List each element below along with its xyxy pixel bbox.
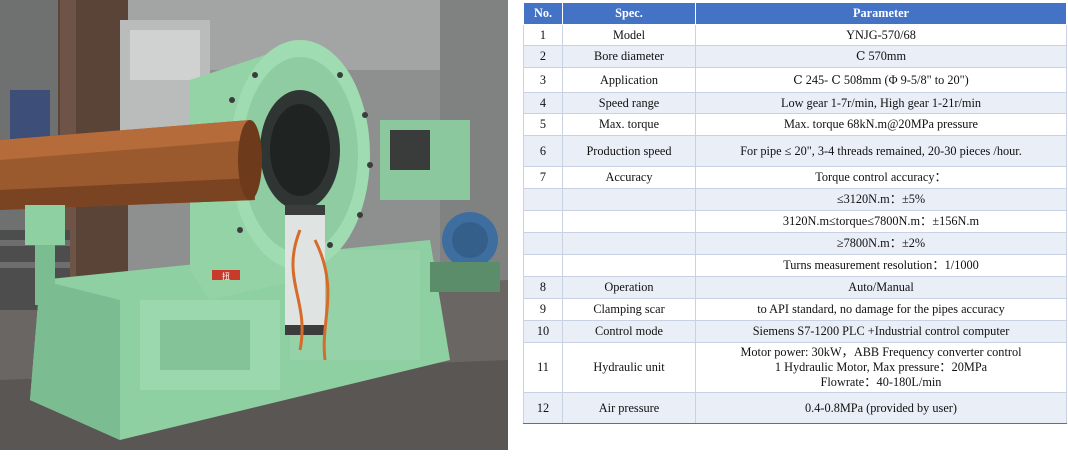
cell-no <box>523 232 563 255</box>
machine-illustration: 扭 <box>0 0 508 450</box>
header-no: No. <box>523 2 563 25</box>
spec-table: No. Spec. Parameter 1 Model YNJG-570/68 2 Bo… <box>523 2 1067 424</box>
cell-spec: Production speed <box>562 135 696 167</box>
parameter-line: Max. torque 68kN.m@20MPa pressure <box>783 117 979 131</box>
table-row: 4 Speed range Low gear 1-7r/min, High gear… <box>523 92 1067 114</box>
cell-spec: Model <box>562 24 696 46</box>
cell-no: 3 <box>523 67 563 93</box>
cell-no: 2 <box>523 45 563 68</box>
cell-spec: Max. torque <box>562 113 696 136</box>
parameter-line: Torque control accuracy： <box>815 170 947 184</box>
table-row: 3 Application Ⅽ 245- Ⅽ 508mm (Φ 9-5/8" to … <box>523 67 1067 93</box>
cell-spec <box>562 254 696 277</box>
cell-no: 4 <box>523 92 563 114</box>
table-row: 3120N.m≤torque≤7800N.m：±156N.m <box>523 210 1067 233</box>
table-row: 11 Hydraulic unit Motor power: 30kW，ABB Fr… <box>523 342 1067 393</box>
table-header-row: No. Spec. Parameter <box>523 2 1067 25</box>
parameter-line: Ⅽ 245- Ⅽ 508mm (Φ 9-5/8" to 20") <box>793 72 969 87</box>
cell-spec: Control mode <box>562 320 696 343</box>
cell-spec: Bore diameter <box>562 45 696 68</box>
cell-parameter: ≥7800N.m：±2% <box>695 232 1067 255</box>
cell-parameter: 3120N.m≤torque≤7800N.m：±156N.m <box>695 210 1067 233</box>
header-parameter: Parameter <box>695 2 1067 25</box>
cell-spec: Accuracy <box>562 166 696 189</box>
parameter-line: Ⅽ 570mm <box>855 49 907 63</box>
table-row: 9 Clamping scar to API standard, no damage… <box>523 298 1067 321</box>
cell-no: 10 <box>523 320 563 343</box>
cell-parameter: to API standard, no damage for the pipes… <box>695 298 1067 321</box>
parameter-line: Auto/Manual <box>848 280 914 294</box>
cell-parameter: Motor power: 30kW，ABB Frequency converte… <box>695 342 1067 393</box>
table-row: Turns measurement resolution：1/1000 <box>523 254 1067 277</box>
table-row: 7 Accuracy Torque control accuracy： <box>523 166 1067 189</box>
cell-parameter: Ⅽ 245- Ⅽ 508mm (Φ 9-5/8" to 20") <box>695 67 1067 93</box>
parameter-line: Siemens S7-1200 PLC +Industrial control … <box>752 324 1010 338</box>
parameter-line: ≤3120N.m：±5% <box>836 192 926 206</box>
cell-no: 1 <box>523 24 563 46</box>
cell-spec: Hydraulic unit <box>562 342 696 393</box>
parameter-line: 1 Hydraulic Motor, Max pressure：20MPa <box>774 360 988 374</box>
cell-parameter: Max. torque 68kN.m@20MPa pressure <box>695 113 1067 136</box>
machine-photo: 扭 <box>0 0 508 450</box>
cell-spec <box>562 188 696 211</box>
parameter-line: to API standard, no damage for the pipes… <box>757 302 1005 316</box>
parameter-line: 0.4-0.8MPa (provided by user) <box>805 400 957 415</box>
parameter-line: Flowrate：40-180L/min <box>820 375 942 389</box>
cell-parameter: Ⅽ 570mm <box>695 45 1067 68</box>
cell-spec: Clamping scar <box>562 298 696 321</box>
parameter-line: Motor power: 30kW，ABB Frequency converte… <box>740 345 1022 359</box>
cell-spec: Operation <box>562 276 696 299</box>
parameter-line: Low gear 1-7r/min, High gear 1-21r/min <box>780 95 982 110</box>
cell-parameter: Turns measurement resolution：1/1000 <box>695 254 1067 277</box>
parameter-line: YNJG-570/68 <box>846 27 916 42</box>
machine-sign-text: 扭 <box>222 271 230 281</box>
table-row: 1 Model YNJG-570/68 <box>523 24 1067 46</box>
table-row: 10 Control mode Siemens S7-1200 PLC +Indus… <box>523 320 1067 343</box>
table-row: 6 Production speed For pipe ≤ 20", 3-4 thr… <box>523 135 1067 167</box>
table-row: ≤3120N.m：±5% <box>523 188 1067 211</box>
cell-spec: Air pressure <box>562 392 696 424</box>
cell-parameter: For pipe ≤ 20", 3-4 threads remained, 20… <box>695 135 1067 167</box>
parameter-line: For pipe ≤ 20", 3-4 threads remained, 20… <box>740 143 1022 158</box>
table-row: ≥7800N.m：±2% <box>523 232 1067 255</box>
cell-no: 9 <box>523 298 563 321</box>
parameter-line: Turns measurement resolution：1/1000 <box>783 258 979 272</box>
cell-parameter: Siemens S7-1200 PLC +Industrial control … <box>695 320 1067 343</box>
cell-no: 5 <box>523 113 563 136</box>
table-row: 5 Max. torque Max. torque 68kN.m@20MPa pre… <box>523 113 1067 136</box>
cell-spec <box>562 210 696 233</box>
cell-spec <box>562 232 696 255</box>
cell-parameter: ≤3120N.m：±5% <box>695 188 1067 211</box>
cell-parameter: Torque control accuracy： <box>695 166 1067 189</box>
cell-no: 8 <box>523 276 563 299</box>
cell-parameter: Low gear 1-7r/min, High gear 1-21r/min <box>695 92 1067 114</box>
parameter-line: 3120N.m≤torque≤7800N.m：±156N.m <box>782 214 980 228</box>
cell-parameter: Auto/Manual <box>695 276 1067 299</box>
cell-spec: Application <box>562 67 696 93</box>
cell-parameter: 0.4-0.8MPa (provided by user) <box>695 392 1067 424</box>
cell-parameter: YNJG-570/68 <box>695 24 1067 46</box>
cell-no: 6 <box>523 135 563 167</box>
cell-no: 12 <box>523 392 563 424</box>
cell-no <box>523 210 563 233</box>
header-spec: Spec. <box>562 2 696 25</box>
parameter-line: ≥7800N.m：±2% <box>836 236 926 250</box>
cell-no <box>523 188 563 211</box>
cell-no: 11 <box>523 342 563 393</box>
table-row: 12 Air pressure 0.4-0.8MPa (provided by us… <box>523 392 1067 424</box>
cell-no: 7 <box>523 166 563 189</box>
cell-spec: Speed range <box>562 92 696 114</box>
table-row: 8 Operation Auto/Manual <box>523 276 1067 299</box>
table-row: 2 Bore diameter Ⅽ 570mm <box>523 45 1067 68</box>
cell-no <box>523 254 563 277</box>
